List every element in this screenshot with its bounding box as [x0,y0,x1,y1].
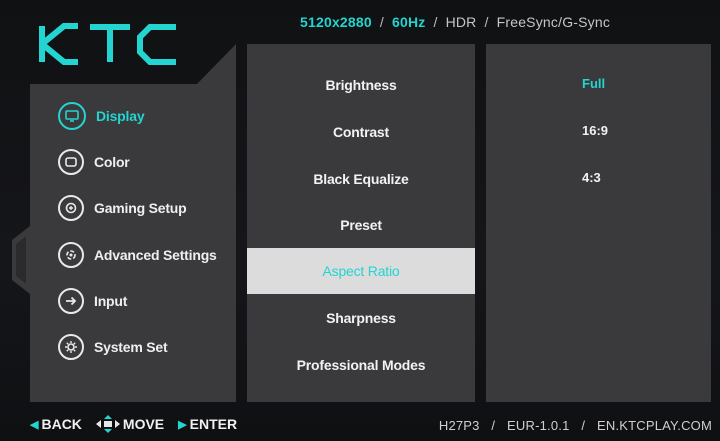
sidebar-item-system-set[interactable]: System Set [58,331,168,363]
sidebar-item-label: Color [94,154,130,170]
gaming-icon [58,195,84,221]
submenu-item-preset[interactable]: Preset [247,202,475,248]
display-submenu: Brightness Contrast Black Equalize Prese… [247,44,475,402]
separator: / [491,418,496,433]
option-16-9[interactable]: 16:9 [582,123,608,138]
option-full[interactable]: Full [582,76,605,91]
firmware-text: EUR-1.0.1 [507,418,570,433]
submenu-item-sharpness[interactable]: Sharpness [247,295,475,341]
submenu-item-contrast[interactable]: Contrast [247,109,475,155]
display-icon [58,102,86,130]
sidebar-item-input[interactable]: Input [58,285,127,317]
separator: / [581,418,586,433]
sidebar-item-gaming-setup[interactable]: Gaming Setup [58,192,187,224]
aspect-ratio-options: Full 16:9 4:3 [486,44,711,402]
resolution-text: 5120x2880 [300,14,372,30]
system-set-icon [58,334,84,360]
submenu-item-black-equalize[interactable]: Black Equalize [247,156,475,202]
separator: / [379,14,384,30]
submenu-item-aspect-ratio[interactable]: Aspect Ratio [247,248,475,294]
color-icon [58,149,84,175]
enter-hint: ▶ ENTER [178,416,237,432]
advanced-settings-icon [58,242,84,268]
right-arrow-icon: ▶ [178,418,187,431]
sidebar-item-display[interactable]: Display [58,100,145,132]
hdr-text: HDR [445,14,477,30]
sidebar-item-label: Advanced Settings [94,247,217,263]
device-info: H27P3 / EUR-1.0.1 / EN.KTCPLAY.COM [439,418,712,433]
move-label: MOVE [122,416,165,432]
model-text: H27P3 [438,418,480,433]
separator: / [433,14,438,30]
enter-label: ENTER [189,416,238,432]
submenu-item-professional-modes[interactable]: Professional Modes [247,342,475,388]
sync-text: FreeSync/G-Sync [496,14,611,30]
navigation-hints: ◀ BACK MOVE ▶ ENTER [30,415,237,433]
option-4-3[interactable]: 4:3 [582,170,601,185]
refresh-rate-text: 60Hz [391,14,426,30]
separator: / [484,14,489,30]
main-menu-sidebar: Display Color Gaming Setup Advanced Sett… [12,44,236,402]
input-icon [58,288,84,314]
website-text: EN.KTCPLAY.COM [596,418,712,433]
left-arrow-icon: ◀ [30,418,39,431]
sidebar-item-label: Gaming Setup [94,200,187,216]
sidebar-item-label: Input [94,293,128,309]
sidebar-item-label: Display [96,108,145,124]
monitor-osd: 5120x2880 / 60Hz / HDR / FreeSync/G-Sync… [0,0,720,441]
back-label: BACK [41,416,82,432]
move-hint: MOVE [95,415,165,433]
status-bar: 5120x2880 / 60Hz / HDR / FreeSync/G-Sync [300,10,712,34]
dpad-icon [95,415,120,433]
sidebar-item-color[interactable]: Color [58,146,130,178]
sidebar-item-advanced-settings[interactable]: Advanced Settings [58,239,217,271]
back-hint: ◀ BACK [30,416,82,432]
submenu-item-brightness[interactable]: Brightness [247,62,475,108]
sidebar-item-label: System Set [94,339,168,355]
